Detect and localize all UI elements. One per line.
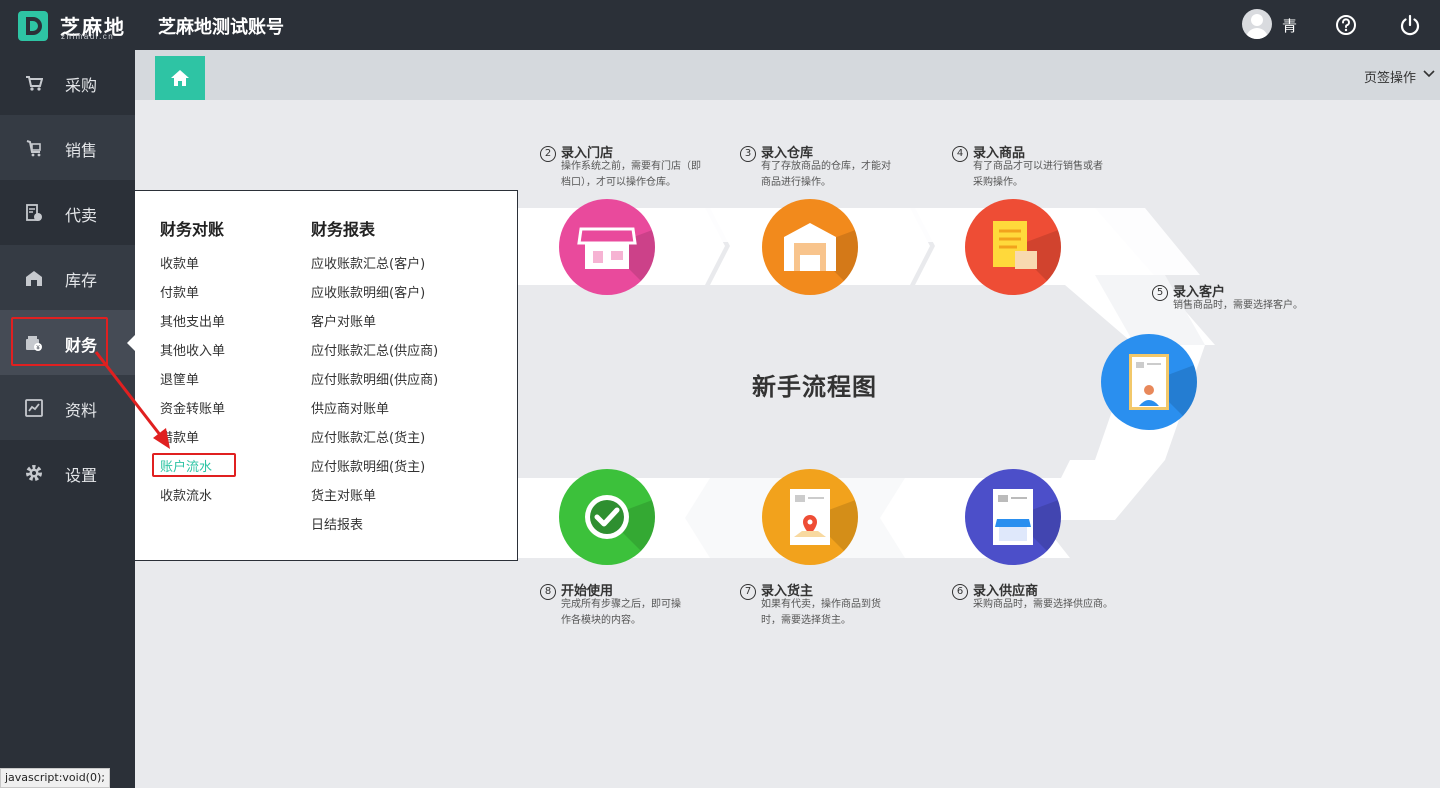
sidebar-item-data[interactable]: 资料	[0, 375, 135, 440]
step-7-desc-line-2: 时，需要选择货主。	[761, 615, 851, 626]
step-3-desc: 有了存放商品的仓库，才能对 商品进行操作。	[761, 159, 891, 191]
menu-item-ar-summary-customer[interactable]: 应收账款汇总(客户)	[311, 250, 438, 279]
menu-section-title: 财务对账	[160, 220, 225, 239]
owner-entry-icon[interactable]	[762, 469, 858, 565]
warehouse-entry-icon[interactable]	[762, 199, 858, 295]
menu-item-owner-statement[interactable]: 货主对账单	[311, 482, 438, 511]
menu-item-receipt-flow[interactable]: 收款流水	[160, 482, 225, 511]
sidebar-item-label: 设置	[65, 466, 98, 485]
menu-item-receipt[interactable]: 收款单	[160, 250, 225, 279]
step-6-number: 6	[952, 584, 968, 600]
product-entry-icon[interactable]	[965, 199, 1061, 295]
annotation-box-finance	[11, 317, 108, 366]
sidebar-item-settings[interactable]: 设置	[0, 440, 135, 505]
step-4-desc: 有了商品才可以进行销售或者 采购操作。	[973, 159, 1103, 191]
tab-bar: 页签操作	[135, 50, 1440, 100]
sidebar-item-label: 代卖	[65, 206, 98, 225]
menu-item-payment[interactable]: 付款单	[160, 279, 225, 308]
top-bar: 芝麻地 zhimadi.cn 芝麻地测试账号 青	[0, 0, 1440, 50]
tab-home[interactable]	[155, 56, 205, 100]
step-3-desc-line-1: 有了存放商品的仓库，才能对	[761, 161, 891, 172]
step-7-number: 7	[740, 584, 756, 600]
gear-icon	[26, 465, 42, 481]
menu-item-basket-return[interactable]: 退筐单	[160, 366, 225, 395]
annotation-box-account-flow	[152, 453, 236, 477]
step-7-desc: 如果有代卖，操作商品到货 时，需要选择货主。	[761, 597, 881, 629]
step-3-desc-line-2: 商品进行操作。	[761, 177, 831, 188]
sidebar-item-inventory[interactable]: 库存	[0, 245, 135, 310]
finance-report-column: 财务报表 应收账款汇总(客户) 应收账款明细(客户) 客户对账单 应付账款汇总(…	[311, 219, 438, 540]
step-8-number: 8	[540, 584, 556, 600]
menu-item-daily-report[interactable]: 日结报表	[311, 511, 438, 540]
logo-mark-icon	[18, 11, 48, 41]
tab-operations-button[interactable]: 页签操作	[1364, 67, 1416, 86]
menu-item-supplier-statement[interactable]: 供应商对账单	[311, 395, 438, 424]
user-name[interactable]: 青	[1282, 15, 1297, 36]
sidebar-item-label: 库存	[65, 271, 98, 290]
consign-icon	[26, 204, 42, 221]
menu-item-loan[interactable]: 借款单	[160, 424, 225, 453]
step-5-desc-line-1: 销售商品时，需要选择客户。	[1173, 300, 1303, 311]
logo-domain: zhimadi.cn	[61, 32, 115, 41]
menu-item-ap-detail-supplier[interactable]: 应付账款明细(供应商)	[311, 366, 438, 395]
step-4-number: 4	[952, 146, 968, 162]
account-title: 芝麻地测试账号	[158, 17, 284, 38]
power-icon[interactable]	[1399, 14, 1421, 36]
step-7-desc-line-1: 如果有代卖，操作商品到货	[761, 599, 881, 610]
menu-item-other-income[interactable]: 其他收入单	[160, 337, 225, 366]
avatar[interactable]	[1242, 9, 1272, 39]
menu-item-ap-summary-supplier[interactable]: 应付账款汇总(供应商)	[311, 337, 438, 366]
step-2-desc-line-1: 操作系统之前，需要有门店（即	[561, 161, 701, 172]
menu-item-fund-transfer[interactable]: 资金转账单	[160, 395, 225, 424]
menu-item-customer-statement[interactable]: 客户对账单	[311, 308, 438, 337]
step-6-desc: 采购商品时，需要选择供应商。	[973, 597, 1113, 613]
data-icon	[25, 399, 43, 417]
sidebar: 采购 销售 代卖 库存 ¥ 财务 资料 设置	[0, 50, 135, 788]
step-8-desc-line-2: 作各模块的内容。	[561, 615, 641, 626]
step-2-number: 2	[540, 146, 556, 162]
finance-dropdown-menu: 财务对账 收款单 付款单 其他支出单 其他收入单 退筐单 资金转账单 借款单 账…	[135, 190, 518, 561]
menu-item-ar-detail-customer[interactable]: 应收账款明细(客户)	[311, 279, 438, 308]
menu-item-ap-detail-owner[interactable]: 应付账款明细(货主)	[311, 453, 438, 482]
sidebar-item-sales[interactable]: 销售	[0, 115, 135, 180]
step-2-desc: 操作系统之前，需要有门店（即 档口），才可以操作仓库。	[561, 159, 701, 191]
warehouse-icon	[26, 271, 42, 286]
sales-icon	[26, 140, 41, 157]
step-8-desc: 完成所有步骤之后，即可操 作各模块的内容。	[561, 597, 681, 629]
cart-icon	[26, 76, 43, 91]
step-8-desc-line-1: 完成所有步骤之后，即可操	[561, 599, 681, 610]
sidebar-item-consign[interactable]: 代卖	[0, 180, 135, 245]
menu-section-title: 财务报表	[311, 220, 376, 239]
status-bar: javascript:void(0);	[0, 768, 110, 788]
sidebar-item-purchase[interactable]: 采购	[0, 50, 135, 115]
supplier-entry-icon[interactable]	[965, 469, 1061, 565]
start-using-icon[interactable]	[559, 469, 655, 565]
flow-title: 新手流程图	[752, 373, 877, 401]
sidebar-item-label: 销售	[65, 141, 98, 160]
help-icon[interactable]	[1335, 14, 1357, 36]
app-logo[interactable]: 芝麻地 zhimadi.cn	[18, 9, 138, 43]
customer-entry-icon[interactable]	[1101, 334, 1197, 430]
chevron-down-icon[interactable]	[1422, 69, 1436, 79]
step-4-desc-line-2: 采购操作。	[973, 177, 1023, 188]
store-icon[interactable]	[559, 199, 655, 295]
step-2-desc-line-2: 档口），才可以操作仓库。	[561, 177, 676, 188]
active-marker	[127, 335, 135, 351]
step-3-number: 3	[740, 146, 756, 162]
sidebar-item-label: 采购	[65, 76, 98, 95]
step-6-desc-line-1: 采购商品时，需要选择供应商。	[973, 599, 1113, 610]
step-4-desc-line-1: 有了商品才可以进行销售或者	[973, 161, 1103, 172]
step-5-number: 5	[1152, 285, 1168, 301]
menu-item-other-expense[interactable]: 其他支出单	[160, 308, 225, 337]
sidebar-item-label: 资料	[65, 401, 98, 420]
step-5-desc: 销售商品时，需要选择客户。	[1173, 298, 1303, 314]
home-icon	[171, 70, 189, 86]
menu-item-ap-summary-owner[interactable]: 应付账款汇总(货主)	[311, 424, 438, 453]
